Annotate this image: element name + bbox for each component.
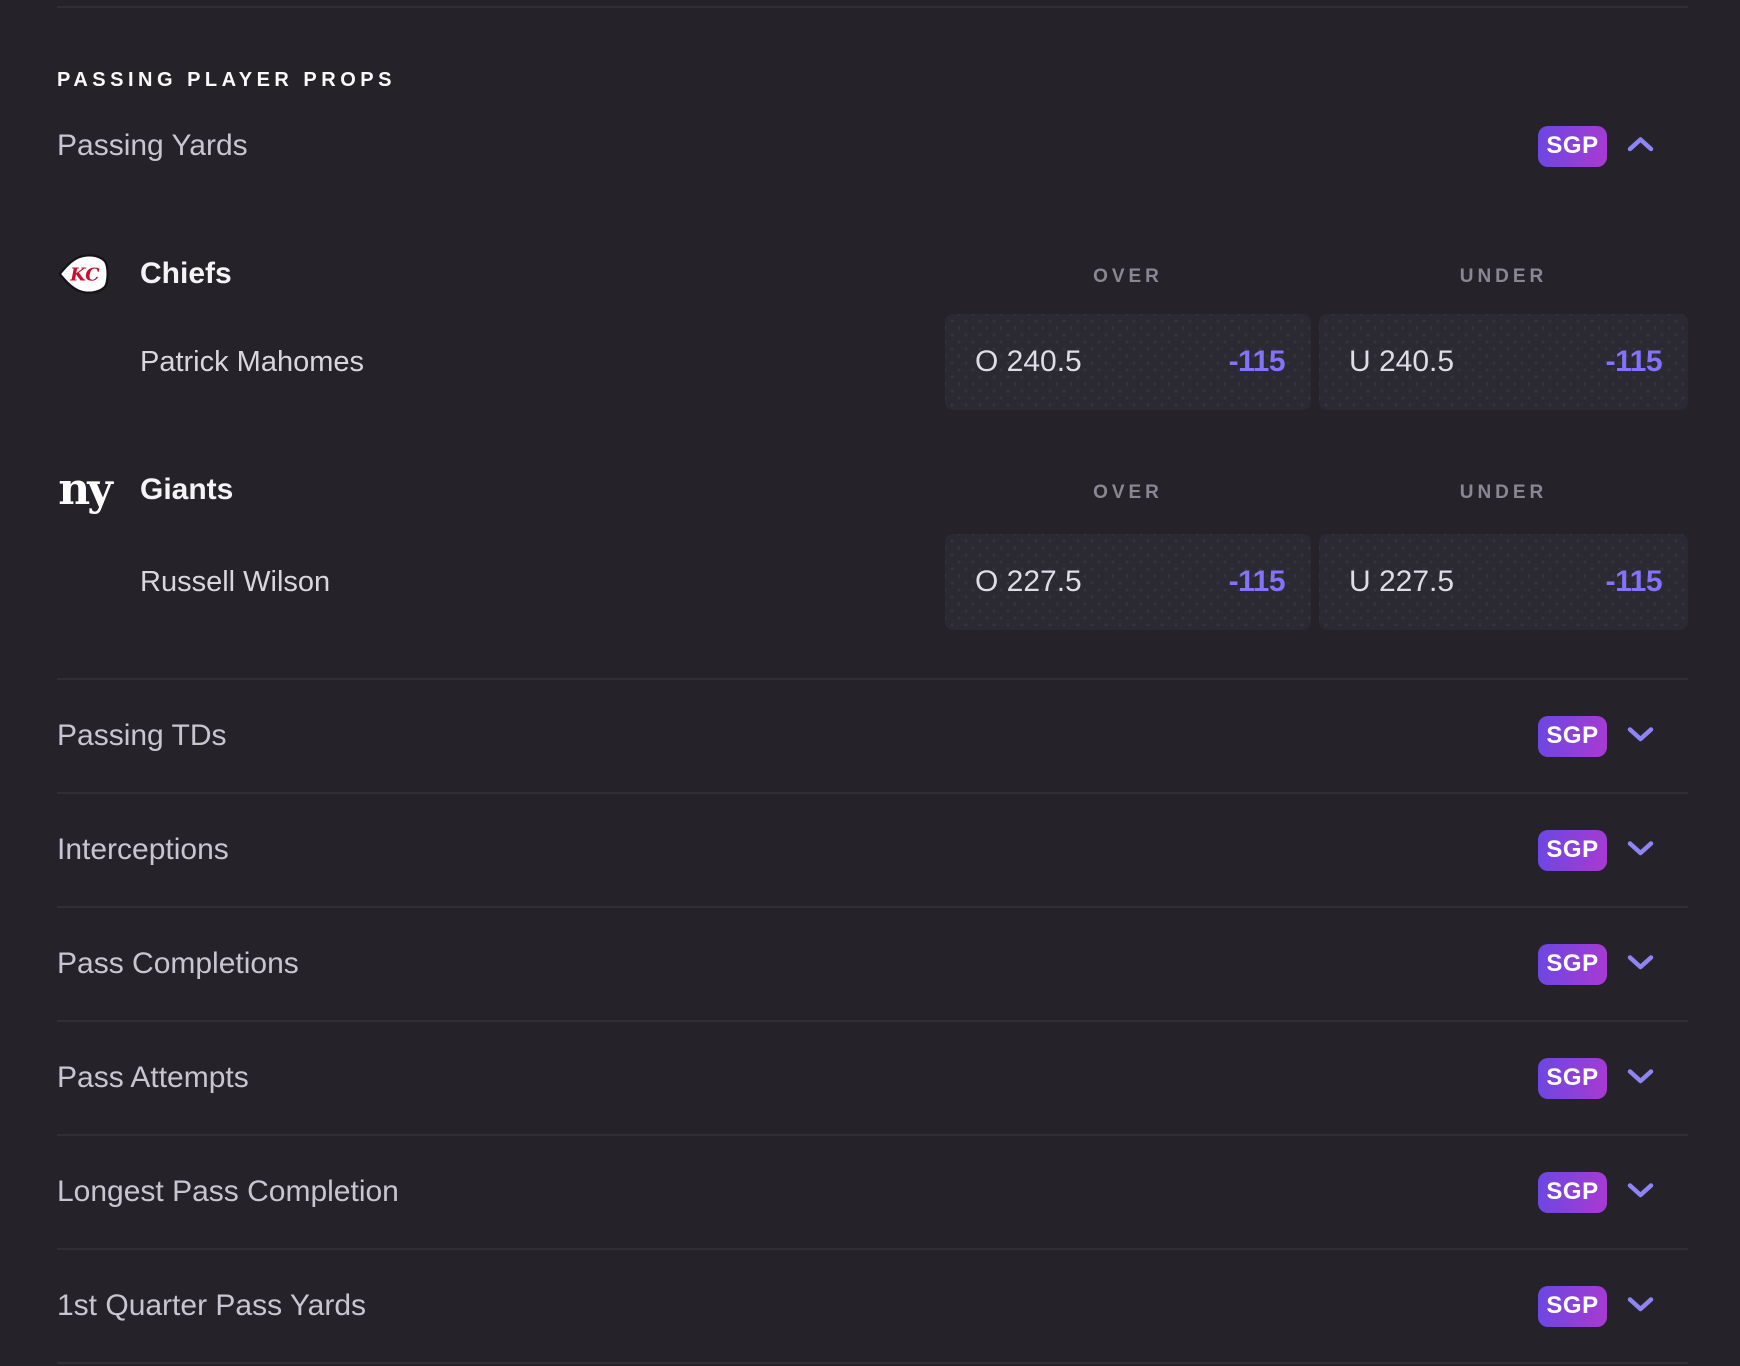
giants-logo-icon: ny <box>57 467 111 513</box>
player-name: Patrick Mahomes <box>57 346 364 379</box>
market-label: Pass Attempts <box>57 1061 249 1095</box>
sgp-badge[interactable]: SGP <box>1538 1172 1607 1213</box>
bet-line: O 240.5 <box>975 345 1082 379</box>
market-header-passing-yards[interactable]: Passing Yards SGP <box>57 124 1688 168</box>
market-label: Longest Pass Completion <box>57 1175 399 1209</box>
team-row-giants: ny Giants OVER UNDER <box>57 462 1688 518</box>
over-bet-cell[interactable]: O 240.5 -115 <box>945 314 1311 410</box>
sgp-badge[interactable]: SGP <box>1538 944 1607 985</box>
section-title: PASSING PLAYER PROPS <box>57 68 1688 92</box>
sgp-badge[interactable]: SGP <box>1538 1058 1607 1099</box>
team-name: Chiefs <box>140 257 232 291</box>
chevron-down-icon[interactable] <box>1627 1296 1654 1317</box>
bet-odds: -115 <box>1229 565 1285 599</box>
market-header-pass-completions[interactable]: Pass Completions SGP <box>57 908 1688 1020</box>
player-name: Russell Wilson <box>57 566 330 599</box>
market-header-1st-quarter-pass-yards[interactable]: 1st Quarter Pass Yards SGP <box>57 1250 1688 1362</box>
market-label: Interceptions <box>57 833 229 867</box>
bet-odds: -115 <box>1229 345 1285 379</box>
svg-text:KC: KC <box>69 265 100 286</box>
chevron-up-icon[interactable] <box>1627 136 1654 157</box>
chevron-down-icon[interactable] <box>1627 726 1654 747</box>
market-label: Passing TDs <box>57 719 227 753</box>
market-label: Passing Yards <box>57 129 248 163</box>
bet-odds: -115 <box>1606 565 1662 599</box>
under-column-header: UNDER <box>1319 476 1688 504</box>
sgp-badge[interactable]: SGP <box>1538 126 1607 167</box>
team-row-chiefs: KC Chiefs OVER UNDER <box>57 246 1688 302</box>
market-label: Pass Completions <box>57 947 299 981</box>
chevron-down-icon[interactable] <box>1627 1182 1654 1203</box>
sgp-badge[interactable]: SGP <box>1538 716 1607 757</box>
player-row-mahomes: Patrick Mahomes O 240.5 -115 U 240.5 -11… <box>57 314 1688 410</box>
over-bet-cell[interactable]: O 227.5 -115 <box>945 534 1311 630</box>
chevron-down-icon[interactable] <box>1627 954 1654 975</box>
market-header-interceptions[interactable]: Interceptions SGP <box>57 794 1688 906</box>
market-header-pass-attempts[interactable]: Pass Attempts SGP <box>57 1022 1688 1134</box>
under-column-header: UNDER <box>1319 260 1688 288</box>
divider <box>57 1362 1688 1364</box>
bet-line: U 227.5 <box>1349 565 1454 599</box>
market-header-passing-tds[interactable]: Passing TDs SGP <box>57 680 1688 792</box>
market-label: 1st Quarter Pass Yards <box>57 1289 366 1323</box>
team-name: Giants <box>140 473 233 507</box>
chiefs-logo-icon: KC <box>57 251 111 297</box>
bet-line: O 227.5 <box>975 565 1082 599</box>
chevron-down-icon[interactable] <box>1627 840 1654 861</box>
player-props-panel: PASSING PLAYER PROPS Passing Yards SGP K <box>0 0 1740 1366</box>
bet-odds: -115 <box>1606 345 1662 379</box>
top-divider <box>57 6 1688 8</box>
market-header-longest-pass-completion[interactable]: Longest Pass Completion SGP <box>57 1136 1688 1248</box>
chevron-down-icon[interactable] <box>1627 1068 1654 1089</box>
player-row-wilson: Russell Wilson O 227.5 -115 U 227.5 -115 <box>57 534 1688 630</box>
sgp-badge[interactable]: SGP <box>1538 1286 1607 1327</box>
over-column-header: OVER <box>945 260 1311 288</box>
over-column-header: OVER <box>945 476 1311 504</box>
sgp-badge[interactable]: SGP <box>1538 830 1607 871</box>
under-bet-cell[interactable]: U 240.5 -115 <box>1319 314 1688 410</box>
under-bet-cell[interactable]: U 227.5 -115 <box>1319 534 1688 630</box>
bet-line: U 240.5 <box>1349 345 1454 379</box>
